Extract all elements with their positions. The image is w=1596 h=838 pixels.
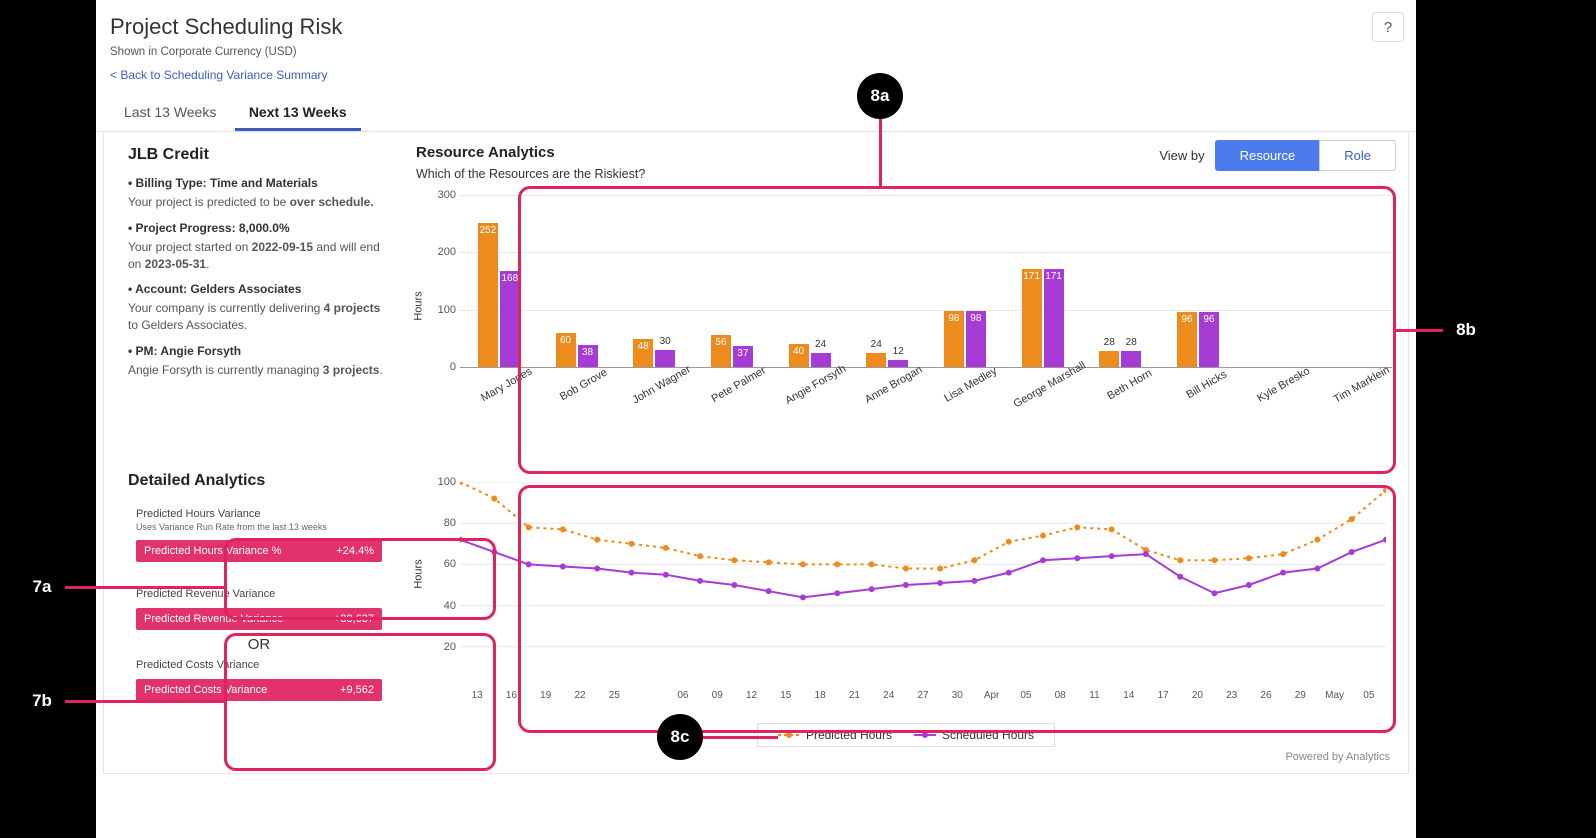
app-frame: ? Project Scheduling Risk Shown in Corpo… [96, 0, 1416, 838]
card1-title: Predicted Hours Variance [136, 508, 382, 520]
line-y-axis-label: Hours [413, 559, 425, 588]
bar-group: 6038 [538, 195, 616, 367]
line-x-label [631, 690, 665, 701]
progress-desc: Your project started on 2022-09-15 and w… [128, 239, 390, 273]
bar-group: 9898 [926, 195, 1004, 367]
resource-bar-chart: Hours 0100200300 25216860384830563740242… [416, 187, 1396, 452]
line-x-label: 20 [1180, 690, 1214, 701]
content-row-resource: JLB Credit • Billing Type: Time and Mate… [103, 132, 1409, 458]
predicted-hours-variance-card: Predicted Hours Variance Uses Variance R… [128, 502, 390, 572]
predicted-costs-variance-pill[interactable]: Predicted Costs Variance +9,562 [136, 679, 382, 701]
project-name: JLB Credit [128, 146, 390, 164]
page-subtitle: Shown in Corporate Currency (USD) [110, 46, 1402, 58]
back-link[interactable]: < Back to Scheduling Variance Summary [110, 68, 328, 82]
progress-label: • Project Progress: 8,000.0% [128, 221, 290, 235]
view-by-resource-button[interactable]: Resource [1215, 140, 1320, 171]
detailed-analytics-title: Detailed Analytics [128, 472, 390, 490]
billing-desc: Your project is predicted to be over sch… [128, 194, 390, 211]
card2-sub: Predicted Costs Variance [136, 659, 382, 671]
bar-group: 4024 [771, 195, 849, 367]
legend-predicted-hours: Predicted Hours [778, 728, 892, 742]
bar-group [1314, 195, 1392, 367]
badge-8c: 8c [657, 714, 703, 760]
line-x-label: 06 [666, 690, 700, 701]
line-x-label: 25 [597, 690, 631, 701]
connector-7a [64, 586, 224, 589]
bar-group: 5637 [693, 195, 771, 367]
line-x-label: 05 [1352, 690, 1386, 701]
view-by-role-button[interactable]: Role [1319, 140, 1396, 171]
line-x-label: 19 [529, 690, 563, 701]
view-by-label: View by [1159, 148, 1204, 163]
line-x-label: 05 [1009, 690, 1043, 701]
or-text: OR [136, 636, 382, 653]
line-x-label: 12 [734, 690, 768, 701]
line-chart-legend: Predicted Hours Scheduled Hours [757, 723, 1055, 747]
pm-label: • PM: Angie Forsyth [128, 344, 241, 358]
line-x-label: 13 [460, 690, 494, 701]
card2-title: Predicted Revenue Variance [136, 588, 382, 600]
tab-next-13-weeks[interactable]: Next 13 Weeks [235, 96, 361, 131]
view-by-toggle: View by Resource Role [1159, 140, 1396, 171]
bar-group: 171171 [1004, 195, 1082, 367]
tabs: Last 13 Weeks Next 13 Weeks [96, 96, 1416, 132]
legend-scheduled-hours: Scheduled Hours [914, 728, 1034, 742]
predicted-hours-variance-pill[interactable]: Predicted Hours Variance % +24.4% [136, 540, 382, 562]
line-x-label: 21 [837, 690, 871, 701]
bar-group: 9696 [1159, 195, 1237, 367]
account-desc: Your company is currently delivering 4 p… [128, 300, 390, 334]
hours-line-chart: Hours 20406080100 1316192225060912151821… [416, 478, 1396, 723]
connector-7b [64, 700, 224, 703]
line-chart-panel: Hours 20406080100 1316192225060912151821… [404, 458, 1408, 773]
resource-analytics-panel: Resource Analytics View by Resource Role… [404, 132, 1408, 458]
detailed-analytics-panel: Detailed Analytics Predicted Hours Varia… [104, 458, 404, 773]
line-x-label: 23 [1215, 690, 1249, 701]
line-x-label: 09 [700, 690, 734, 701]
line-x-label: Apr [974, 690, 1008, 701]
badge-7a: 7a [19, 564, 65, 610]
line-x-label: 27 [906, 690, 940, 701]
content-row-detailed: Detailed Analytics Predicted Hours Varia… [103, 458, 1409, 774]
bar-y-axis-label: Hours [413, 291, 425, 320]
line-x-label: 24 [872, 690, 906, 701]
line-x-label: 11 [1077, 690, 1111, 701]
bar-group [1237, 195, 1315, 367]
account-label: • Account: Gelders Associates [128, 282, 301, 296]
bar-group: 2412 [848, 195, 926, 367]
line-x-label: 15 [769, 690, 803, 701]
page-title: Project Scheduling Risk [110, 14, 1402, 40]
line-x-label: 08 [1043, 690, 1077, 701]
tab-last-13-weeks[interactable]: Last 13 Weeks [110, 96, 230, 128]
billing-label: • Billing Type: Time and Materials [128, 176, 318, 190]
line-x-label: 17 [1146, 690, 1180, 701]
line-x-label: 18 [803, 690, 837, 701]
help-button[interactable]: ? [1372, 12, 1404, 42]
line-x-label: May [1317, 690, 1351, 701]
bar-group: 4830 [615, 195, 693, 367]
line-x-label: 16 [494, 690, 528, 701]
predicted-revenue-variance-pill[interactable]: Predicted Revenue Variance +38,637 [136, 608, 382, 630]
connector-8a [879, 118, 882, 188]
line-x-label: 26 [1249, 690, 1283, 701]
connector-8b [1396, 329, 1446, 332]
bar-group: 2828 [1081, 195, 1159, 367]
predicted-revenue-variance-card: Predicted Revenue Variance Predicted Rev… [128, 582, 390, 711]
card1-sub: Uses Variance Run Rate from the last 13 … [136, 522, 382, 532]
connector-8c [702, 736, 778, 739]
powered-by-label: Powered by Analytics [416, 747, 1396, 767]
line-x-label: 22 [563, 690, 597, 701]
project-summary-panel: JLB Credit • Billing Type: Time and Mate… [104, 132, 404, 458]
line-x-label: 29 [1283, 690, 1317, 701]
header: Project Scheduling Risk Shown in Corpora… [96, 0, 1416, 88]
line-x-label: 30 [940, 690, 974, 701]
badge-8b: 8b [1443, 307, 1489, 353]
bar-group: 252168 [460, 195, 538, 367]
badge-7b: 7b [19, 678, 65, 724]
badge-8a: 8a [857, 73, 903, 119]
line-x-label: 14 [1112, 690, 1146, 701]
pm-desc: Angie Forsyth is currently managing 3 pr… [128, 362, 390, 379]
